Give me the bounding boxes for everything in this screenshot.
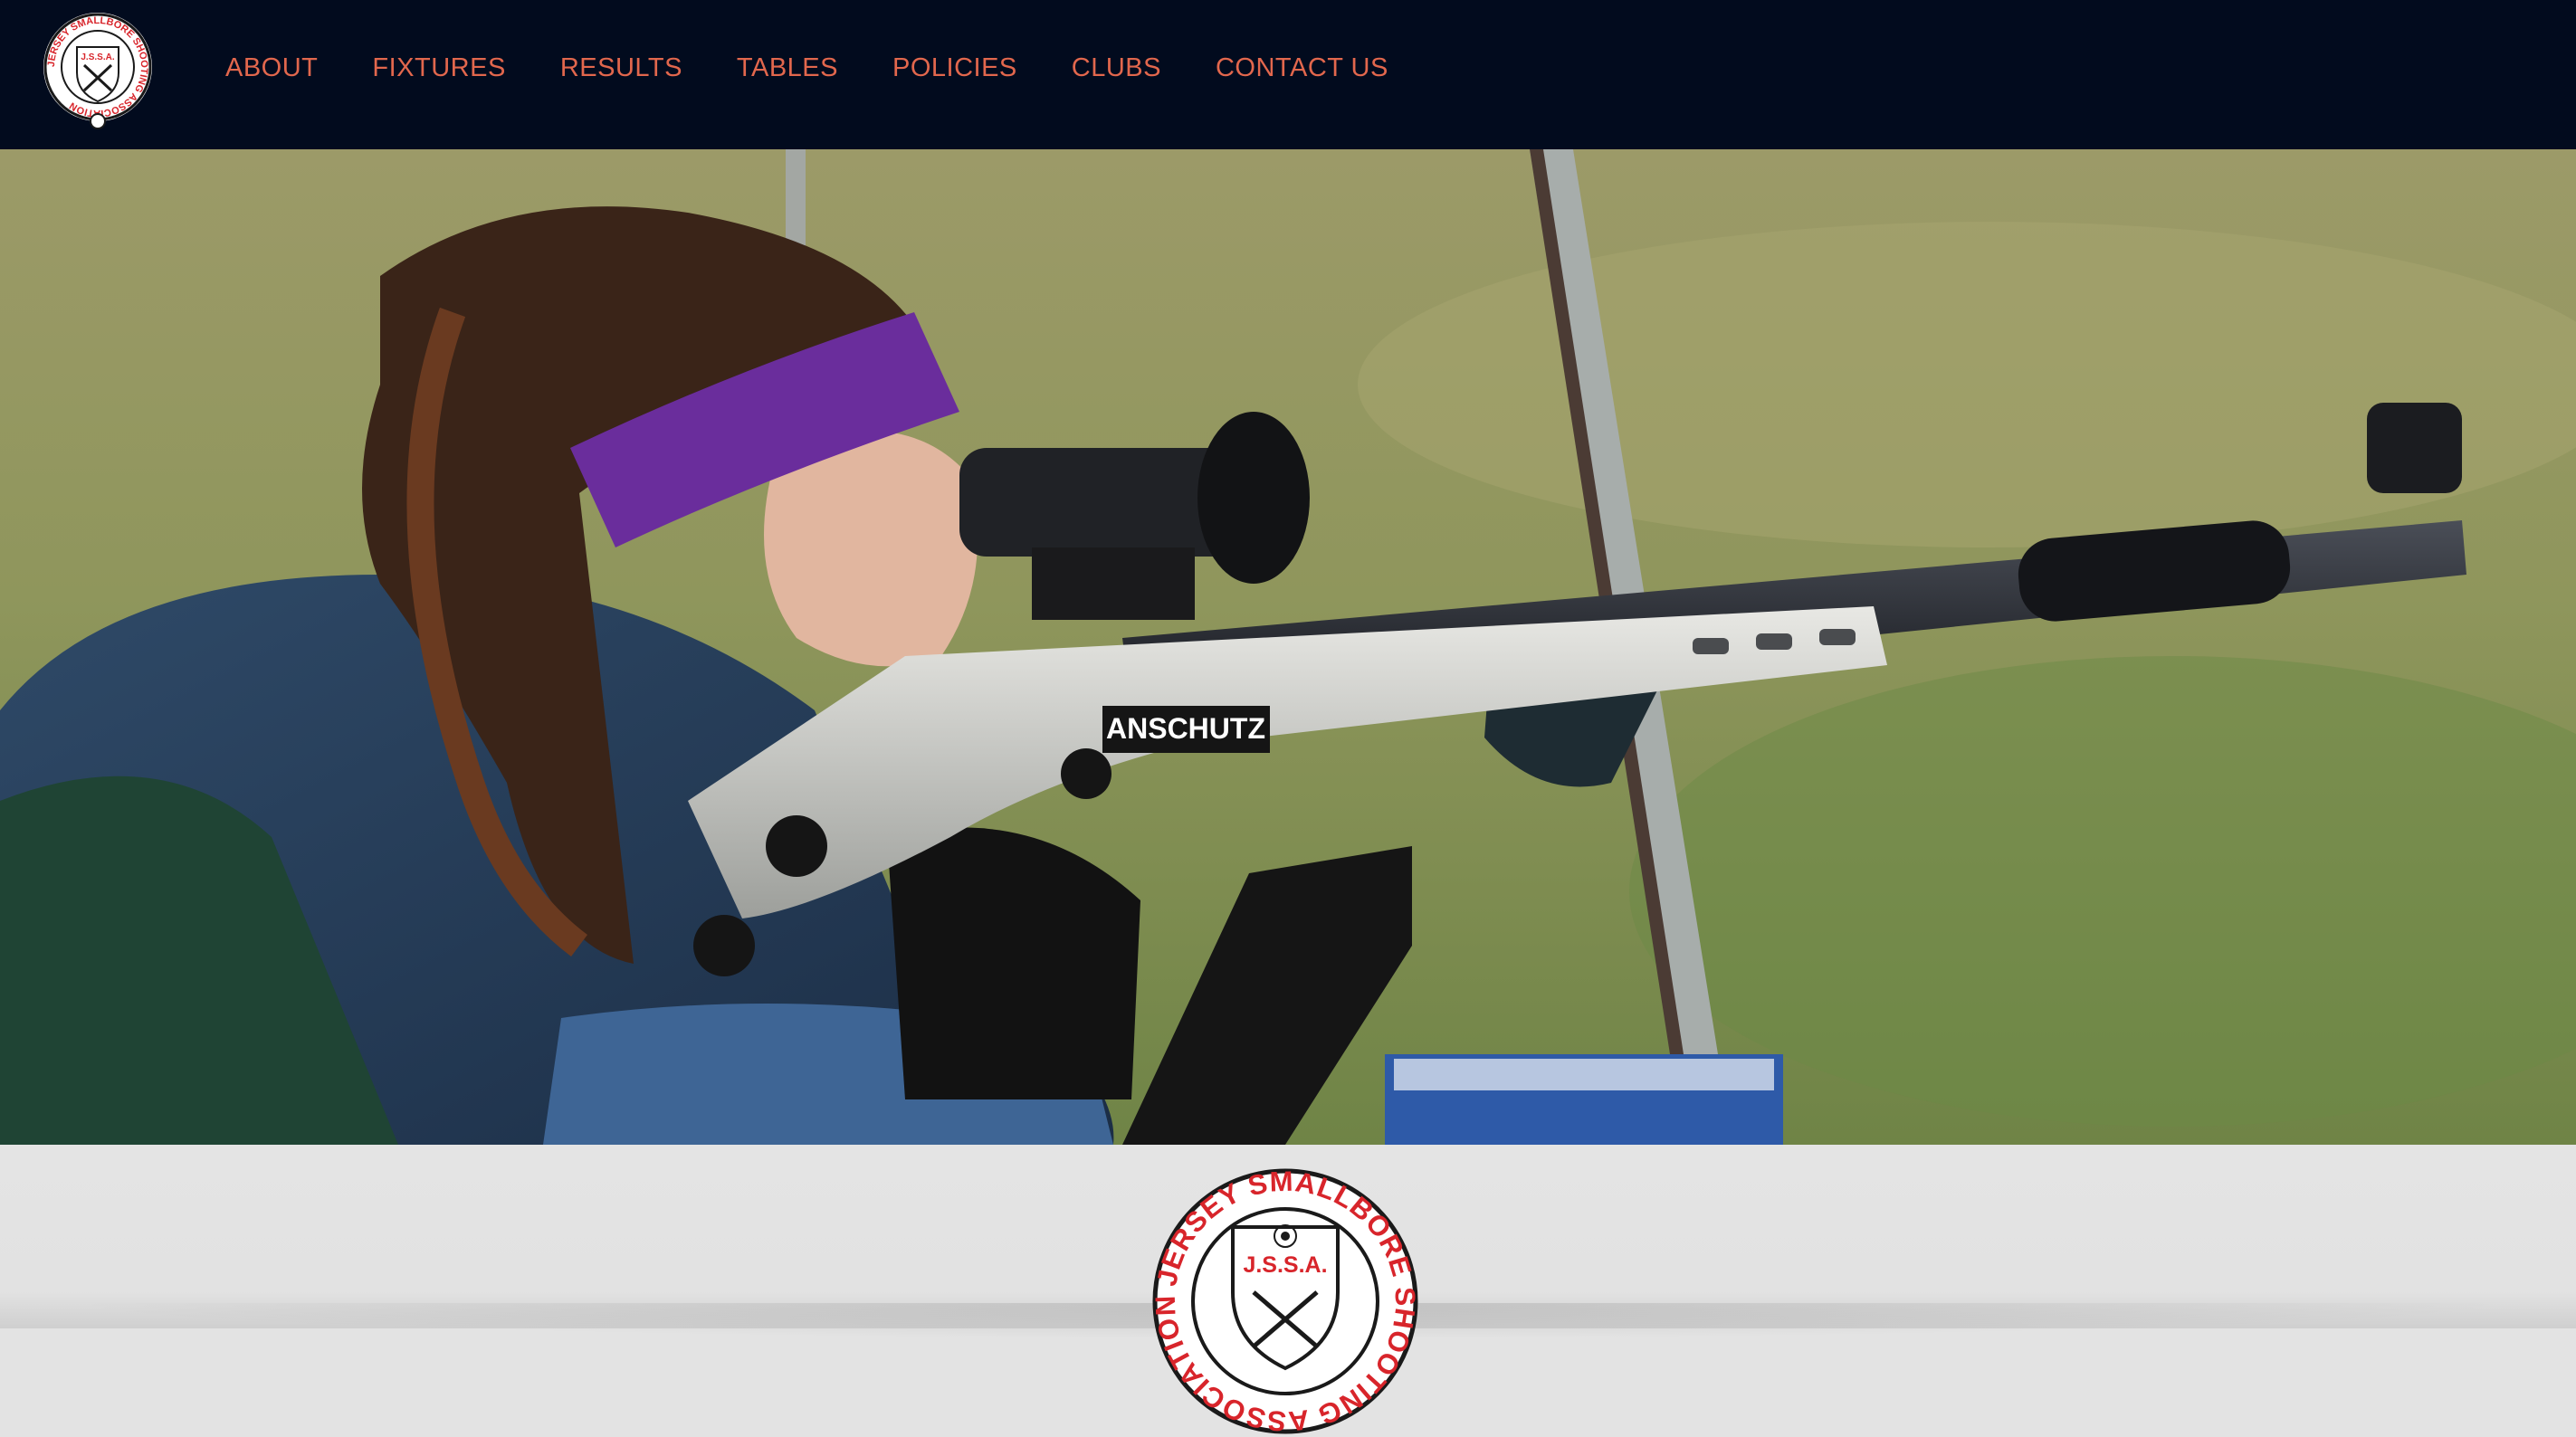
- nav-fixtures[interactable]: FIXTURES: [372, 53, 505, 83]
- top-navigation-bar: JERSEY SMALLBORE SHOOTING ASSOCIATION J.…: [0, 0, 2576, 149]
- nav-clubs[interactable]: CLUBS: [1072, 53, 1161, 83]
- logo-text: J.S.S.A.: [81, 52, 114, 62]
- rifle-brand-label: ANSCHUTZ: [1106, 712, 1265, 745]
- nav-tables[interactable]: TABLES: [737, 53, 838, 83]
- prone-rifle-shooter-photo: ANSCHUTZ: [0, 149, 2576, 1145]
- hero-image: ANSCHUTZ: [0, 149, 2576, 1145]
- nav-results[interactable]: RESULTS: [560, 53, 682, 83]
- nav-about[interactable]: ABOUT: [225, 53, 318, 83]
- nav-policies[interactable]: POLICIES: [892, 53, 1017, 83]
- footer-logo-text: J.S.S.A.: [1243, 1252, 1327, 1278]
- main-menu: ABOUT FIXTURES RESULTS TABLES POLICIES C…: [225, 0, 1443, 136]
- jssa-footer-logo: JERSEY SMALLBORE SHOOTING ASSOCIATION J.…: [1150, 1166, 1420, 1437]
- jssa-logo[interactable]: JERSEY SMALLBORE SHOOTING ASSOCIATION J.…: [41, 9, 155, 131]
- nav-contact-us[interactable]: CONTACT US: [1216, 53, 1388, 83]
